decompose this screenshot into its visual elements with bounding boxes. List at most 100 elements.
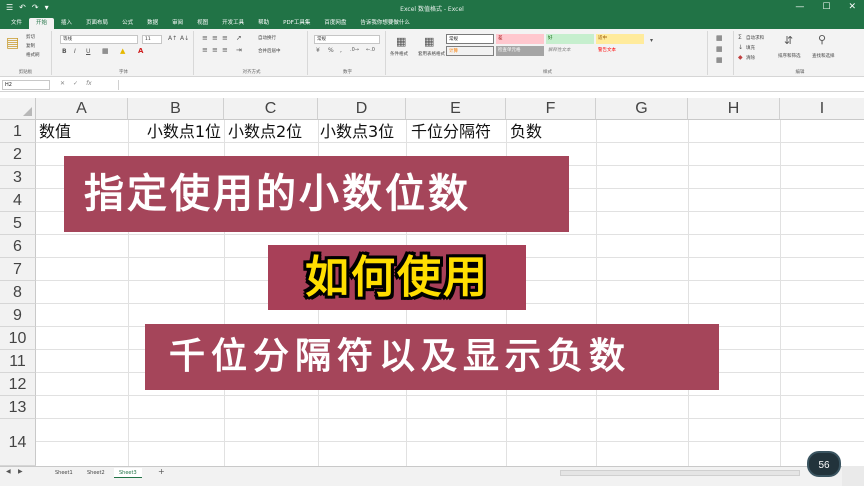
sheet-tab-3[interactable]: Sheet3 [114,468,142,478]
column-header-h[interactable]: H [688,98,780,120]
scroll-left-icon[interactable]: ◀ [6,468,11,475]
align-middle-icon[interactable]: ≡ [212,34,218,42]
tab-view[interactable]: 视图 [190,18,215,29]
style-warning[interactable]: 警告文本 [596,46,644,56]
tab-data[interactable]: 数据 [140,18,165,29]
styles-more-icon[interactable]: ▾ [650,37,653,44]
column-header-b[interactable]: B [128,98,224,120]
cell-c1[interactable]: 小数点2位 [228,120,302,143]
orientation-icon[interactable]: ➚ [236,34,242,42]
style-calculation[interactable]: 计算 [446,46,494,56]
wrap-text-button[interactable]: 自动换行 [258,35,276,41]
style-bad[interactable]: 差 [496,34,544,44]
italic-button[interactable]: I [74,48,76,55]
format-as-table-button[interactable]: 套用表格格式 [418,51,445,57]
tell-me-search[interactable]: 告诉我你想要做什么 [353,18,417,29]
column-header-f[interactable]: F [506,98,596,120]
cancel-icon[interactable]: ✕ [60,80,65,87]
format-cells-icon[interactable]: ▦ [716,56,723,64]
row-header-2[interactable]: 2 [0,143,36,166]
format-table-icon[interactable]: ▦ [424,35,434,48]
fill-color-icon[interactable]: ▲ [120,47,125,55]
delete-cells-icon[interactable]: ▦ [716,45,723,53]
fill-icon[interactable]: ↓ [738,44,743,51]
scroll-right-icon[interactable]: ▶ [18,468,23,475]
copy-button[interactable]: 复制 [26,43,35,49]
column-header-g[interactable]: G [596,98,688,120]
align-left-icon[interactable]: ≡ [202,46,208,54]
find-select-button[interactable]: 查找和选择 [812,53,835,59]
format-painter-button[interactable]: 格式刷 [26,52,40,58]
increase-decimal-icon[interactable]: .0→ [350,47,359,53]
row-header-7[interactable]: 7 [0,258,36,281]
autosum-icon[interactable]: Σ [738,34,742,41]
indent-icon[interactable]: ⇥ [236,46,242,54]
tab-page-layout[interactable]: 页面布局 [79,18,115,29]
row-header-1[interactable]: 1 [0,120,36,143]
row-header-12[interactable]: 12 [0,373,36,396]
row-header-13[interactable]: 13 [0,396,36,419]
align-center-icon[interactable]: ≡ [212,46,218,54]
decrease-font-icon[interactable]: A↓ [180,35,189,42]
horizontal-scrollbar[interactable] [560,470,800,476]
column-header-e[interactable]: E [406,98,506,120]
cell-d1[interactable]: 小数点3位 [320,120,394,143]
sheet-tab-1[interactable]: Sheet1 [50,468,78,478]
align-right-icon[interactable]: ≡ [222,46,228,54]
conditional-format-icon[interactable]: ▦ [396,35,406,48]
row-header-8[interactable]: 8 [0,281,36,304]
tab-pdf-tools[interactable]: PDF工具集 [276,18,317,29]
column-header-d[interactable]: D [318,98,406,120]
comma-style-icon[interactable]: , [340,47,342,54]
border-icon[interactable]: ▦ [102,47,109,55]
font-family-select[interactable]: 等线 [60,35,138,44]
row-header-9[interactable]: 9 [0,304,36,327]
style-check-cell[interactable]: 检查单元格 [496,46,544,56]
style-explanatory[interactable]: 解释性文本 [546,46,594,56]
cell-b1[interactable]: 小数点1位 [128,120,223,143]
align-top-icon[interactable]: ≡ [202,34,208,42]
cell-e1[interactable]: 千位分隔符 [411,120,491,143]
clear-icon[interactable]: ◆ [738,54,743,61]
minimize-icon[interactable]: — [795,2,804,12]
row-header-5[interactable]: 5 [0,212,36,235]
tab-developer[interactable]: 开发工具 [215,18,251,29]
row-header-6[interactable]: 6 [0,235,36,258]
cell-a1[interactable]: 数值 [39,120,71,143]
autosum-button[interactable]: 自动求和 [746,35,764,41]
currency-icon[interactable]: ¥ [316,47,320,54]
bold-button[interactable]: B [62,48,67,55]
merge-center-button[interactable]: 合并后居中 [258,48,281,54]
maximize-icon[interactable]: ☐ [822,2,830,12]
fx-icon[interactable]: fx [86,80,92,87]
paste-icon[interactable]: ▤ [6,35,19,51]
add-sheet-button[interactable]: + [158,467,165,476]
column-header-i[interactable]: I [780,98,864,120]
clear-button[interactable]: 清除 [746,55,755,61]
style-normal[interactable]: 常规 [446,34,494,44]
name-box[interactable]: H2 [2,80,50,90]
style-neutral[interactable]: 适中 [596,34,644,44]
enter-icon[interactable]: ✓ [73,80,78,87]
cut-button[interactable]: 剪切 [26,34,35,40]
sheet-tab-2[interactable]: Sheet2 [82,468,110,478]
align-bottom-icon[interactable]: ≡ [222,34,228,42]
conditional-format-button[interactable]: 条件格式 [390,51,408,57]
row-header-3[interactable]: 3 [0,166,36,189]
insert-cells-icon[interactable]: ▦ [716,34,723,42]
decrease-decimal-icon[interactable]: ←.0 [366,47,375,53]
tab-insert[interactable]: 插入 [54,18,79,29]
sort-filter-icon[interactable]: ⇵ [784,34,793,47]
column-header-c[interactable]: C [224,98,318,120]
column-header-a[interactable]: A [36,98,128,120]
select-all-corner[interactable] [0,98,36,120]
close-icon[interactable]: ✕ [848,2,856,12]
style-good[interactable]: 好 [546,34,594,44]
underline-button[interactable]: U [86,48,90,55]
percent-icon[interactable]: % [328,47,334,54]
tab-help[interactable]: 帮助 [251,18,276,29]
tab-formulas[interactable]: 公式 [115,18,140,29]
find-select-icon[interactable]: ⚲ [818,33,826,46]
font-color-icon[interactable]: A [138,47,143,55]
font-size-select[interactable]: 11 [142,35,162,44]
